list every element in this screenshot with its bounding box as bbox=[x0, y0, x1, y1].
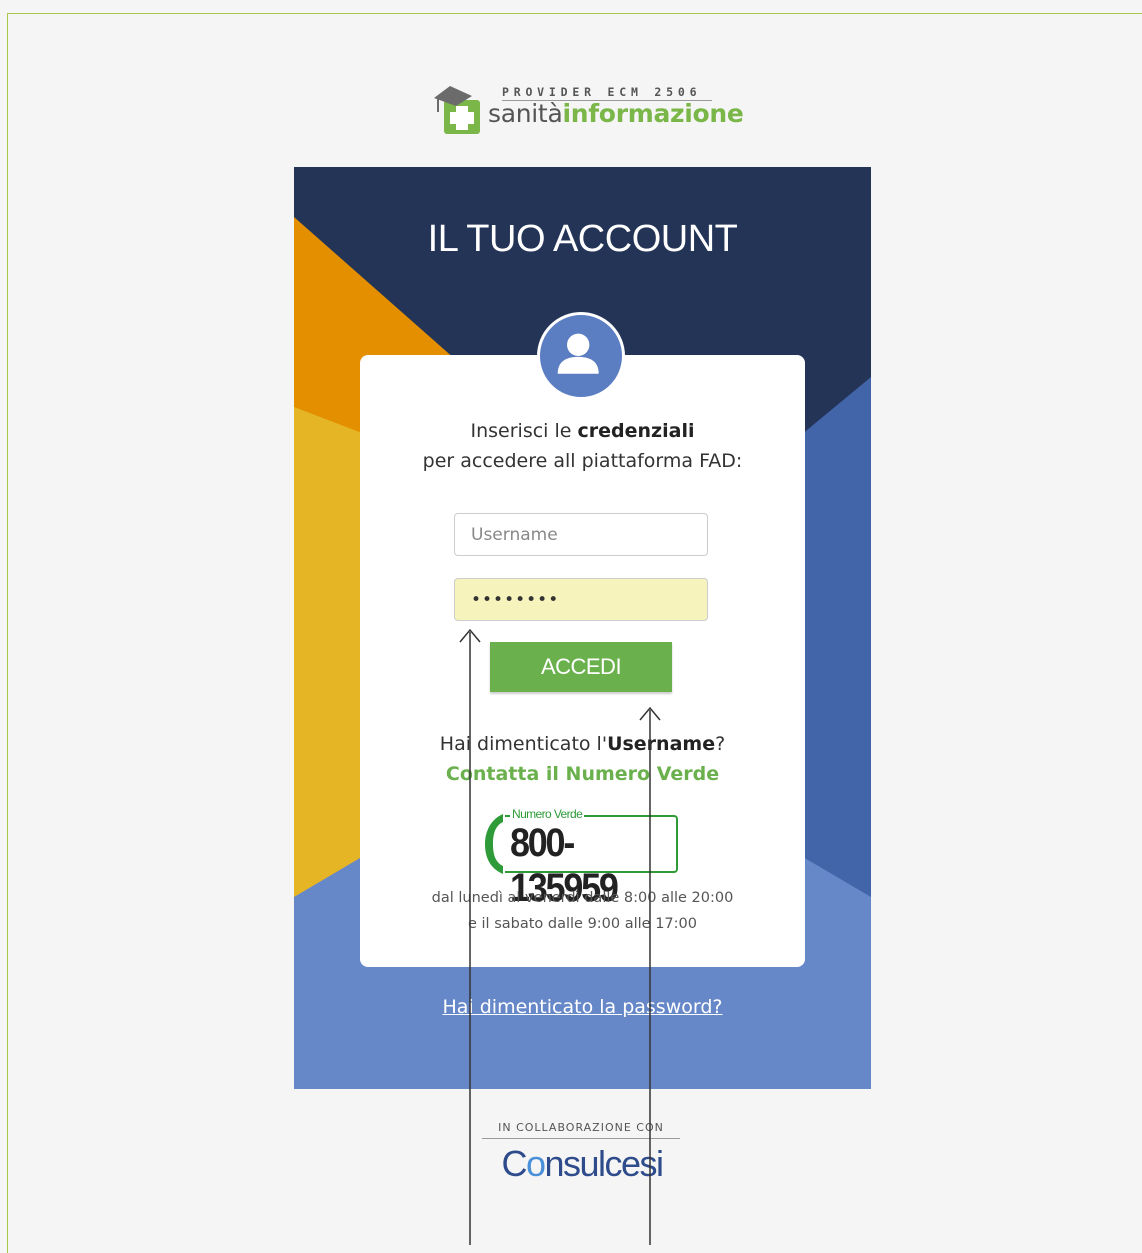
forgot-user-bold: Username bbox=[607, 733, 716, 755]
partner-rest: nsulcesi bbox=[544, 1143, 664, 1184]
partner-c: C bbox=[501, 1143, 527, 1184]
collaboration-divider bbox=[482, 1138, 680, 1139]
brand-prefix: sanità bbox=[488, 99, 563, 128]
forgot-user-prefix: Hai dimenticato l' bbox=[439, 733, 608, 755]
forgot-username-text: Hai dimenticato l'Username? bbox=[360, 733, 805, 755]
login-card: IL TUO ACCOUNT Inserisci le credenziali … bbox=[294, 167, 871, 1089]
partner-o: o bbox=[525, 1143, 546, 1184]
hours-weekdays: dal lunedì al venerdì dalle 8:00 alle 20… bbox=[431, 890, 734, 906]
hours-saturday: e il sabato dalle 9:00 alle 17:00 bbox=[468, 916, 697, 932]
contact-numero-verde-link[interactable]: Contatta il Numero Verde bbox=[360, 763, 805, 785]
collaboration-label: IN COLLABORAZIONE CON bbox=[498, 1121, 664, 1134]
forgot-password-link[interactable]: Hai dimenticato la password? bbox=[294, 996, 871, 1018]
username-input[interactable] bbox=[454, 513, 708, 556]
provider-ecm-label: PROVIDER ECM 2506 bbox=[502, 85, 702, 99]
numero-verde-label: Numero Verde bbox=[510, 807, 585, 821]
user-avatar bbox=[537, 312, 625, 400]
consulcesi-logo[interactable]: Consulcesi bbox=[482, 1143, 682, 1185]
intro-line2: per accedere all piattaforma FAD: bbox=[422, 450, 743, 472]
login-button[interactable]: ACCEDI bbox=[490, 642, 672, 692]
brand-suffix: informazione bbox=[562, 99, 744, 128]
intro-bold: credenziali bbox=[577, 420, 695, 442]
brand-wordmark: sanitàinformazione bbox=[488, 99, 744, 128]
phone-handset-icon bbox=[485, 814, 503, 874]
user-icon bbox=[557, 333, 599, 374]
login-panel: Inserisci le credenziali per accedere al… bbox=[360, 355, 805, 967]
numero-verde-badge[interactable]: Numero Verde 800-135959 bbox=[483, 806, 683, 910]
mortarboard-cross-icon bbox=[434, 86, 480, 134]
intro-prefix: Inserisci le bbox=[470, 420, 578, 442]
sanitainformazione-logo[interactable]: PROVIDER ECM 2506 sanitàinformazione bbox=[430, 82, 744, 134]
password-input[interactable] bbox=[454, 578, 708, 621]
forgot-user-suffix: ? bbox=[715, 733, 726, 755]
support-hours: dal lunedì al venerdì dalle 8:00 alle 20… bbox=[360, 885, 805, 937]
card-title: IL TUO ACCOUNT bbox=[427, 218, 738, 260]
intro-text: Inserisci le credenziali per accedere al… bbox=[360, 416, 805, 476]
